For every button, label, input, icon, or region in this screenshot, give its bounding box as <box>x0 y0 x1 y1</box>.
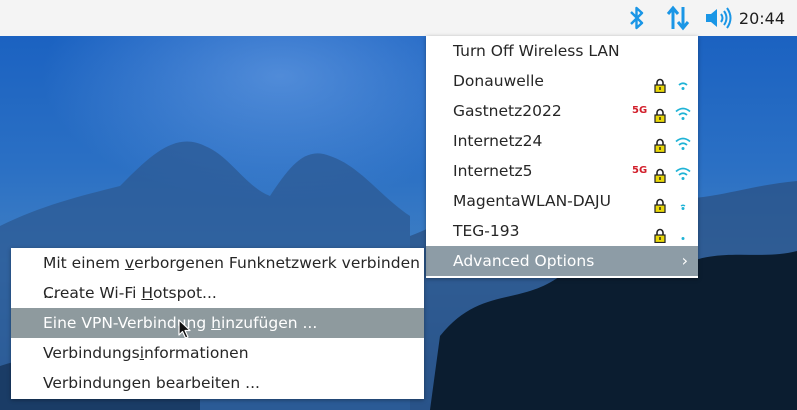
network-item-teg-193[interactable]: TEG-193 <box>426 216 698 246</box>
advanced-options-item[interactable]: Advanced Options › <box>426 246 698 276</box>
network-ssid: MagentaWLAN-DAJU <box>453 192 611 210</box>
mouse-pointer-icon <box>178 319 191 339</box>
network-ssid: Internetz5 <box>453 162 533 180</box>
wireless-network-menu: Turn Off Wireless LAN Donauwelle Gastnet… <box>426 36 698 278</box>
edit-connections-label: Verbindungen bearbeiten ... <box>43 374 260 392</box>
edit-connections-item[interactable]: Verbindungen bearbeiten ... <box>11 368 424 398</box>
network-item-gastnetz2022[interactable]: Gastnetz2022 5G <box>426 96 698 126</box>
network-ssid: Internetz24 <box>453 132 543 150</box>
network-item-magentawlan-daju[interactable]: MagentaWLAN-DAJU <box>426 186 698 216</box>
bluetooth-icon[interactable] <box>627 5 647 35</box>
connection-information-label: Verbindungsinformationen <box>43 344 249 362</box>
turn-off-wireless-label: Turn Off Wireless LAN <box>453 42 620 60</box>
connect-hidden-network-item[interactable]: Mit einem verborgenen Funknetzwerk verbi… <box>11 248 424 302</box>
top-panel: 20:44 <box>0 0 797 36</box>
network-arrows-icon[interactable] <box>665 5 691 35</box>
network-item-donauwelle[interactable]: Donauwelle <box>426 66 698 96</box>
network-ssid: Gastnetz2022 <box>453 102 562 120</box>
advanced-options-label: Advanced Options <box>453 252 595 270</box>
band-5g-badge: 5G <box>632 165 648 176</box>
connection-information-item[interactable]: Verbindungsinformationen <box>11 338 424 368</box>
clock[interactable]: 20:44 <box>739 9 785 28</box>
network-ssid: TEG-193 <box>453 222 520 240</box>
network-item-internetz5[interactable]: Internetz5 5G <box>426 156 698 186</box>
create-hotspot-item[interactable]: Create Wi-Fi Hotspot... <box>11 278 424 308</box>
add-vpn-connection-item[interactable]: Eine VPN-Verbindung hinzufügen ... <box>11 308 424 338</box>
band-5g-badge: 5G <box>632 105 648 116</box>
volume-icon[interactable] <box>704 5 734 35</box>
advanced-options-submenu: Mit einem verborgenen Funknetzwerk verbi… <box>11 248 424 399</box>
network-ssid: Donauwelle <box>453 72 544 90</box>
chevron-right-icon: › <box>681 251 688 270</box>
turn-off-wireless-item[interactable]: Turn Off Wireless LAN <box>426 36 698 66</box>
create-hotspot-label: Create Wi-Fi Hotspot... <box>43 284 217 302</box>
network-item-internetz24[interactable]: Internetz24 <box>426 126 698 156</box>
